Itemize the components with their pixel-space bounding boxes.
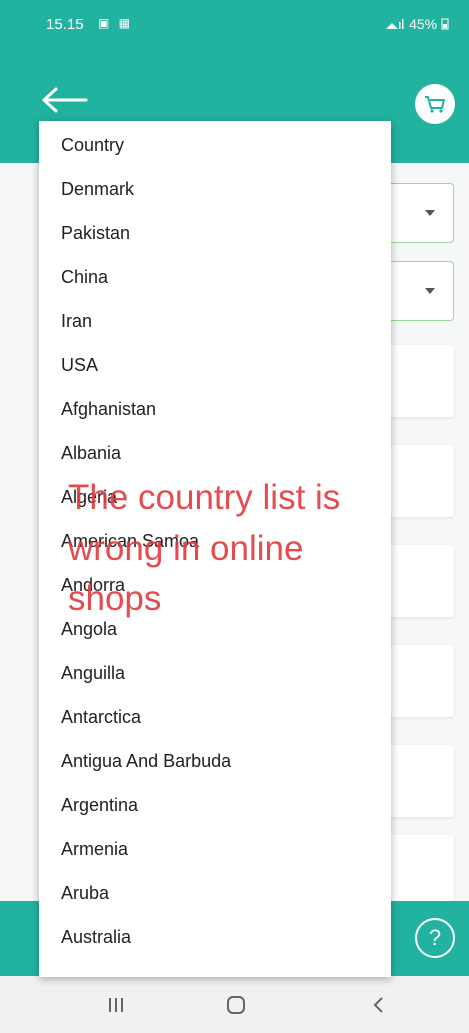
dropdown-item-anguilla[interactable]: Anguilla [61,658,125,688]
dropdown-item-american-samoa[interactable]: American Samoa [61,526,199,556]
dropdown-item-china[interactable]: China [61,262,108,292]
dropdown-item-albania[interactable]: Albania [61,438,121,468]
dropdown-item-afghanistan[interactable]: Afghanistan [61,394,156,424]
back-arrow-icon[interactable] [38,82,90,118]
home-icon[interactable] [216,988,256,1022]
dropdown-item-australia[interactable]: Australia [61,922,131,952]
form-input-card[interactable] [380,345,454,417]
dropdown-item-aruba[interactable]: Aruba [61,878,109,908]
dropdown-item-antarctica[interactable]: Antarctica [61,702,141,732]
dropdown-item-pakistan[interactable]: Pakistan [61,218,130,248]
battery-percent: 45% [409,16,438,32]
dropdown-item-country[interactable]: Country [61,130,124,160]
status-bar: 15.15 ▣ ▦ 45% [0,0,469,48]
country-dropdown-list[interactable]: Country Denmark Pakistan China Iran USA … [39,121,391,977]
dropdown-item-iran[interactable]: Iran [61,306,92,336]
status-time: 15.15 [46,16,84,33]
dropdown-item-usa[interactable]: USA [61,350,98,380]
battery-signal-status: 45% [385,16,449,32]
dropdown-item-denmark[interactable]: Denmark [61,174,134,204]
help-icon[interactable]: ? [415,918,455,958]
android-nav-bar [0,976,469,1033]
chevron-down-icon [425,210,435,216]
dropdown-item-armenia[interactable]: Armenia [61,834,128,864]
form-input-card[interactable] [380,645,454,717]
form-input-card[interactable] [380,745,454,817]
dropdown-item-antigua-and-barbuda[interactable]: Antigua And Barbuda [61,746,231,776]
recent-apps-icon[interactable] [96,988,136,1022]
form-input-card[interactable] [380,835,454,907]
shopping-cart-icon[interactable] [415,84,455,124]
dropdown-item-angola[interactable]: Angola [61,614,117,644]
form-input-card[interactable] [380,445,454,517]
country-select[interactable] [380,183,454,243]
chevron-down-icon [425,288,435,294]
form-input-card[interactable] [380,545,454,617]
dropdown-item-andorra[interactable]: Andorra [61,570,125,600]
notification-icons: ▣ ▦ [98,16,134,30]
back-nav-icon[interactable] [358,988,398,1022]
battery-icon [441,18,449,30]
dropdown-item-argentina[interactable]: Argentina [61,790,138,820]
signal-icon [386,19,404,29]
city-select[interactable] [380,261,454,321]
dropdown-item-algeria[interactable]: Algeria [61,482,117,512]
